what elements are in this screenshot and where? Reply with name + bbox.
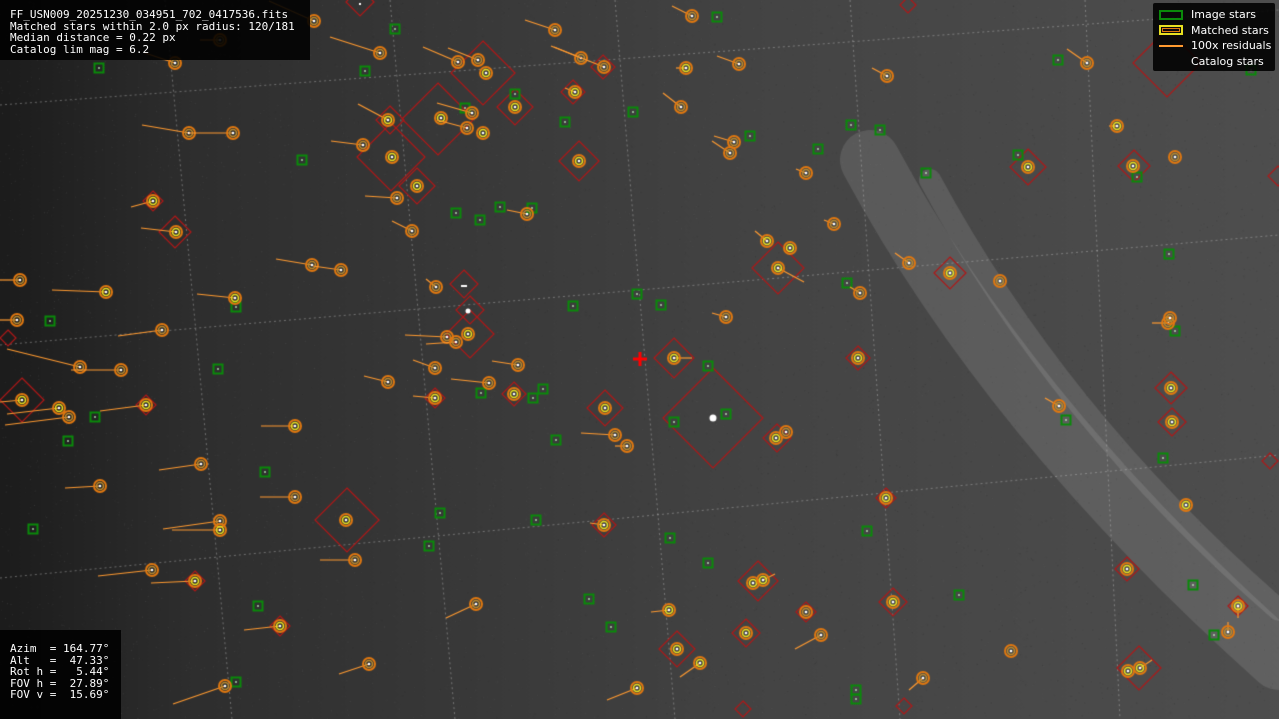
- residual-line-swatch-icon: [1159, 44, 1183, 47]
- matched-star-swatch-icon: [1159, 25, 1183, 36]
- legend-catalog-stars-label: Catalog stars: [1191, 54, 1264, 68]
- legend-matched-stars-label: Matched stars: [1191, 23, 1269, 37]
- azimuth-readout: Azim = 164.77°: [10, 642, 110, 655]
- image-star-swatch-icon: [1159, 9, 1183, 20]
- rotation-readout: Rot h = 5.44°: [10, 665, 110, 678]
- median-distance: Median distance = 0.22 px: [10, 31, 176, 44]
- header-info-box: FF_USN009_20251230_034951_702_0417536.fi…: [0, 0, 310, 60]
- legend-matched-stars: Matched stars: [1159, 23, 1275, 39]
- legend-residuals: 100x residuals: [1159, 38, 1275, 54]
- legend-image-stars: Image stars: [1159, 7, 1275, 23]
- fits-filename: FF_USN009_20251230_034951_702_0417536.fi…: [10, 8, 289, 21]
- catalog-limit-magnitude: Catalog lim mag = 6.2: [10, 42, 150, 56]
- star-field-image: [0, 0, 1279, 719]
- legend: Image stars Matched stars 100x residuals…: [1153, 3, 1275, 71]
- pointing-info-box: Azim = 164.77° Alt = 47.33° Rot h = 5.44° F…: [0, 630, 121, 719]
- legend-image-stars-label: Image stars: [1191, 8, 1256, 22]
- catalog-star-swatch-icon: [1159, 56, 1183, 66]
- legend-residuals-label: 100x residuals: [1191, 39, 1272, 53]
- fov-vertical-readout: FOV v = 15.69°: [10, 688, 110, 701]
- legend-catalog-stars: Catalog stars: [1159, 54, 1275, 70]
